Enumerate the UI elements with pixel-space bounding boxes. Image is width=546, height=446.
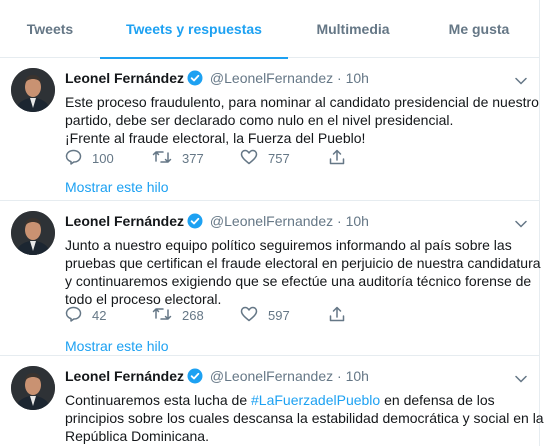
tweet-text-line: principios sobre los cuales descansa la … (65, 410, 544, 426)
avatar[interactable] (11, 211, 55, 255)
tweet-time[interactable]: 10h (346, 70, 369, 86)
author-name[interactable]: Leonel Fernández (65, 70, 184, 86)
tweet-text-line: Continuaremos esta lucha de #LaFuerzadel… (65, 391, 531, 409)
retweet-button[interactable]: 377 (152, 149, 204, 168)
chevron-down-icon[interactable] (515, 370, 527, 388)
tweet-text-line: ¡Frente al fraude electoral, la Fuerza d… (65, 130, 366, 146)
reply-button[interactable]: 100 (65, 149, 114, 168)
tweet-text-fragment: en defensa de los (380, 392, 495, 408)
verified-badge-icon (187, 70, 203, 90)
tweet[interactable]: Leonel Fernández @LeonelFernandez · 10h … (0, 356, 544, 446)
tweet[interactable]: Leonel Fernández @LeonelFernandez · 10h … (0, 201, 541, 356)
share-button[interactable] (329, 306, 355, 325)
chevron-down-icon[interactable] (515, 72, 527, 90)
tweet-time[interactable]: 10h (346, 213, 369, 229)
tweet-header: Leonel Fernández @LeonelFernandez · 10h (65, 212, 369, 230)
author-name[interactable]: Leonel Fernández (65, 368, 184, 384)
author-name[interactable]: Leonel Fernández (65, 213, 184, 229)
tab-tweets-and-replies[interactable]: Tweets y respuestas (100, 0, 288, 59)
like-button[interactable]: 757 (240, 149, 290, 168)
avatar[interactable] (11, 366, 55, 410)
retweet-count: 377 (182, 151, 204, 166)
show-thread-link[interactable]: Mostrar este hilo (65, 179, 168, 195)
share-button[interactable] (329, 149, 355, 168)
show-thread-link[interactable]: Mostrar este hilo (65, 338, 168, 354)
tweet-header: Leonel Fernández @LeonelFernandez · 10h (65, 367, 369, 385)
like-count: 757 (268, 151, 290, 166)
tweet-text-line: y continuaremos exigiendo que se efectúe… (65, 273, 532, 289)
share-icon (329, 306, 355, 325)
separator: · (337, 213, 342, 229)
author-handle[interactable]: @LeonelFernandez (210, 213, 333, 229)
profile-tabs: Tweets Tweets y respuestas Multimedia Me… (0, 0, 540, 59)
tweet-text-line: pruebas que certifican el fraude elector… (65, 255, 541, 271)
retweet-count: 268 (182, 308, 204, 323)
reply-count: 100 (92, 151, 114, 166)
heart-icon (240, 149, 268, 168)
tweet-actions: 100 377 757 (65, 149, 385, 167)
author-handle[interactable]: @LeonelFernandez (210, 70, 333, 86)
avatar[interactable] (11, 68, 55, 112)
tweet-text: Continuaremos esta lucha de #LaFuerzadel… (65, 391, 544, 445)
reply-icon (65, 149, 92, 168)
verified-badge-icon (187, 213, 203, 233)
reply-button[interactable]: 42 (65, 306, 106, 325)
tweet-text: Junto a nuestro equipo político seguirem… (65, 236, 541, 308)
heart-icon (240, 306, 268, 325)
hashtag-link[interactable]: #LaFuerzadelPueblo (251, 392, 380, 408)
tab-likes[interactable]: Me gusta (418, 0, 540, 58)
tweet-text-line: Junto a nuestro equipo político seguirem… (65, 237, 512, 253)
tab-tweets[interactable]: Tweets (0, 0, 100, 58)
chevron-down-icon[interactable] (515, 215, 527, 233)
verified-badge-icon (187, 368, 203, 388)
tweet-text-line: partido, debe ser declarado como nulo en… (65, 112, 454, 128)
tweet-actions: 42 268 597 (65, 306, 385, 324)
author-handle[interactable]: @LeonelFernandez (210, 368, 333, 384)
like-button[interactable]: 597 (240, 306, 290, 325)
tweet-text-line: Este proceso fraudulento, para nominar a… (65, 94, 539, 110)
reply-icon (65, 306, 92, 325)
tab-media[interactable]: Multimedia (288, 0, 418, 58)
tweet-text-fragment: Continuaremos esta lucha de (65, 392, 251, 408)
retweet-button[interactable]: 268 (152, 306, 204, 325)
separator: · (337, 70, 342, 86)
like-count: 597 (268, 308, 290, 323)
separator: · (337, 368, 342, 384)
tweet[interactable]: Leonel Fernández @LeonelFernandez · 10h … (0, 58, 540, 201)
tweet-time[interactable]: 10h (346, 368, 369, 384)
tweet-text: Este proceso fraudulento, para nominar a… (65, 93, 539, 147)
share-icon (329, 149, 355, 168)
reply-count: 42 (92, 308, 107, 323)
tweet-text-line: República Dominicana. (65, 428, 209, 444)
tweet-header: Leonel Fernández @LeonelFernandez · 10h (65, 69, 369, 87)
retweet-icon (152, 306, 182, 325)
retweet-icon (152, 149, 182, 168)
